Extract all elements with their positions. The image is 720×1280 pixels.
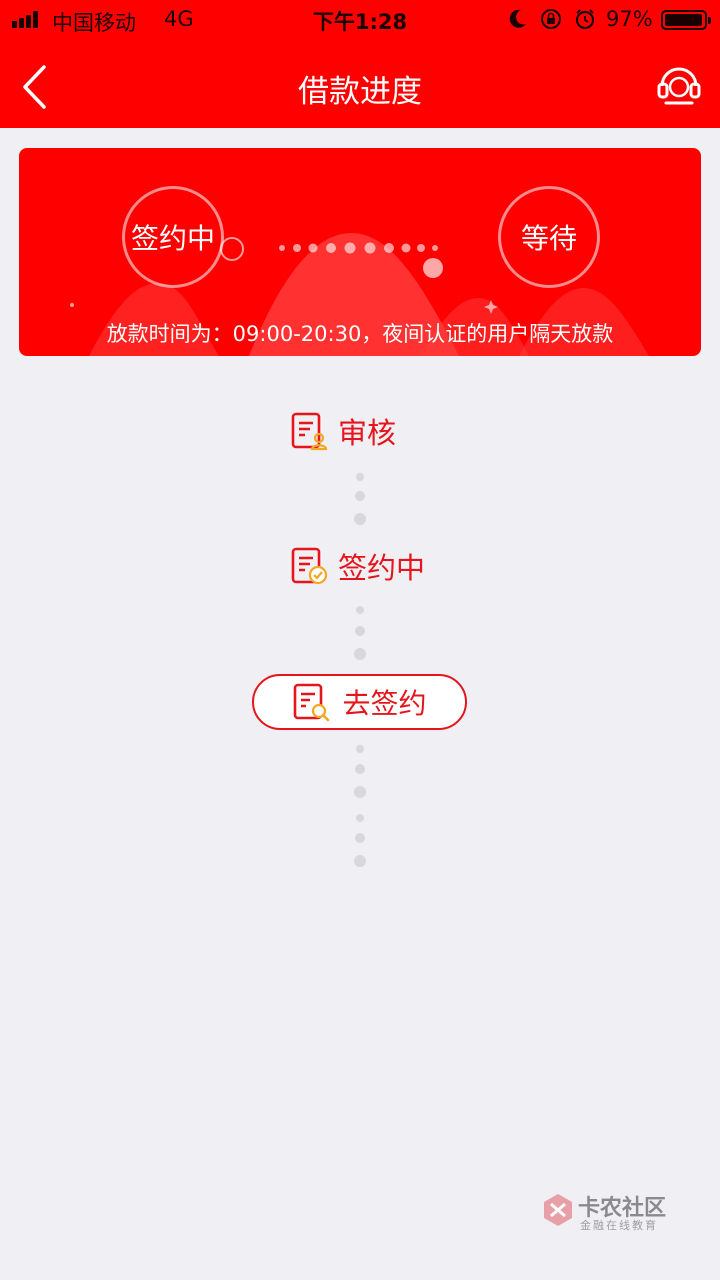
step-label: 签约中 [338, 551, 426, 585]
go-sign-button[interactable]: 去签约 [252, 674, 467, 730]
battery-percent: 97% [606, 7, 653, 31]
disbursement-note: 放款时间为：09:00-20:30，夜间认证的用户隔天放款 [106, 322, 614, 346]
step-label: 审核 [338, 416, 397, 450]
alarm-icon [575, 9, 595, 30]
step-signing: 签约中 [290, 545, 425, 587]
step-review: 审核 [290, 410, 396, 452]
review-document-icon [291, 412, 328, 451]
sign-document-icon [291, 547, 328, 585]
header: 中国移动 4G 下午1:28 97% 借款进度 [0, 0, 720, 128]
battery-icon [661, 10, 711, 30]
current-step-circle: 签约中 [122, 186, 224, 288]
watermark-logo: 卡农社区 金融在线教育 [540, 1190, 670, 1236]
page-title: 借款进度 [298, 74, 422, 110]
next-step-circle: 等待 [498, 186, 600, 288]
rotation-lock-icon [541, 9, 561, 29]
watermark-icon [544, 1194, 572, 1226]
moon-icon [509, 9, 526, 28]
progress-banner: 签约中 等待 放款时间为：09:00-20:30，夜间认证的用户隔天放款 [19, 148, 701, 356]
go-sign-label: 去签约 [342, 687, 427, 720]
customer-service-icon[interactable] [656, 62, 702, 108]
watermark-subtitle: 金融在线教育 [580, 1219, 658, 1232]
document-search-icon [294, 683, 330, 722]
current-step-label: 签约中 [130, 222, 215, 255]
next-step-label: 等待 [520, 222, 577, 255]
status-bar: 中国移动 4G 下午1:28 97% [0, 0, 720, 40]
